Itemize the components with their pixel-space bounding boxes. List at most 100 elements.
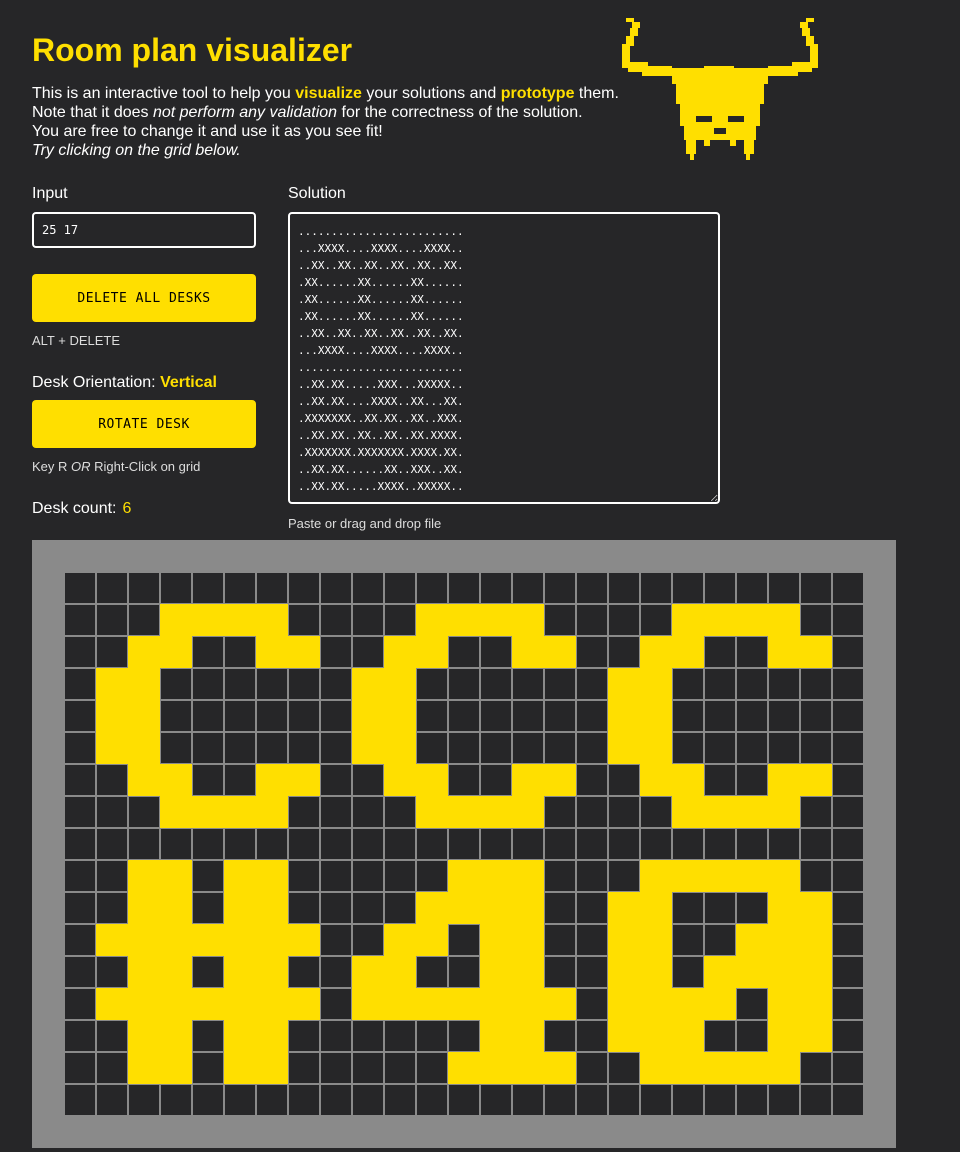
grid-cell[interactable] <box>704 572 736 604</box>
desk-cell[interactable] <box>544 988 576 1020</box>
grid-cell[interactable] <box>352 1020 384 1052</box>
desk-cell[interactable] <box>192 796 224 828</box>
desk-cell[interactable] <box>512 924 544 956</box>
desk-cell[interactable] <box>448 860 480 892</box>
grid-cell[interactable] <box>672 892 704 924</box>
grid-cell[interactable] <box>576 956 608 988</box>
grid-cell[interactable] <box>64 892 96 924</box>
grid-cell[interactable] <box>416 1084 448 1116</box>
desk-cell[interactable] <box>800 988 832 1020</box>
grid-cell[interactable] <box>448 764 480 796</box>
grid-cell[interactable] <box>480 572 512 604</box>
desk-cell[interactable] <box>768 1052 800 1084</box>
grid-cell[interactable] <box>736 668 768 700</box>
grid-cell[interactable] <box>832 572 864 604</box>
grid-cell[interactable] <box>288 732 320 764</box>
grid-cell[interactable] <box>544 956 576 988</box>
grid-cell[interactable] <box>576 700 608 732</box>
grid-cell[interactable] <box>576 1052 608 1084</box>
grid-cell[interactable] <box>736 988 768 1020</box>
grid-cell[interactable] <box>384 860 416 892</box>
desk-cell[interactable] <box>128 1020 160 1052</box>
grid-cell[interactable] <box>544 828 576 860</box>
desk-cell[interactable] <box>640 1052 672 1084</box>
desk-cell[interactable] <box>384 924 416 956</box>
desk-cell[interactable] <box>736 924 768 956</box>
grid-cell[interactable] <box>416 572 448 604</box>
grid-cell[interactable] <box>288 1020 320 1052</box>
grid-cell[interactable] <box>384 892 416 924</box>
desk-cell[interactable] <box>800 924 832 956</box>
grid-cell[interactable] <box>288 828 320 860</box>
grid-cell[interactable] <box>832 1084 864 1116</box>
grid-cell[interactable] <box>448 1020 480 1052</box>
grid-cell[interactable] <box>288 1084 320 1116</box>
grid-cell[interactable] <box>704 700 736 732</box>
grid-cell[interactable] <box>320 604 352 636</box>
desk-cell[interactable] <box>160 636 192 668</box>
desk-cell[interactable] <box>480 1052 512 1084</box>
grid-cell[interactable] <box>608 860 640 892</box>
grid-cell[interactable] <box>832 732 864 764</box>
desk-cell[interactable] <box>672 988 704 1020</box>
grid-size-input[interactable] <box>32 212 256 248</box>
grid-cell[interactable] <box>576 764 608 796</box>
grid-cell[interactable] <box>672 956 704 988</box>
desk-cell[interactable] <box>480 924 512 956</box>
grid-cell[interactable] <box>192 956 224 988</box>
grid-cell[interactable] <box>544 700 576 732</box>
desk-cell[interactable] <box>640 732 672 764</box>
desk-cell[interactable] <box>448 1052 480 1084</box>
desk-cell[interactable] <box>704 956 736 988</box>
desk-cell[interactable] <box>512 892 544 924</box>
grid-cell[interactable] <box>576 572 608 604</box>
grid-cell[interactable] <box>96 796 128 828</box>
desk-cell[interactable] <box>384 668 416 700</box>
grid-cell[interactable] <box>800 572 832 604</box>
desk-cell[interactable] <box>480 1020 512 1052</box>
grid-cell[interactable] <box>672 668 704 700</box>
grid-cell[interactable] <box>672 1084 704 1116</box>
grid-cell[interactable] <box>320 668 352 700</box>
desk-cell[interactable] <box>384 732 416 764</box>
grid-cell[interactable] <box>320 892 352 924</box>
grid-cell[interactable] <box>96 1020 128 1052</box>
grid-cell[interactable] <box>288 572 320 604</box>
grid-cell[interactable] <box>192 1052 224 1084</box>
desk-cell[interactable] <box>672 860 704 892</box>
desk-cell[interactable] <box>544 764 576 796</box>
desk-cell[interactable] <box>224 892 256 924</box>
desk-cell[interactable] <box>96 668 128 700</box>
grid-cell[interactable] <box>448 924 480 956</box>
desk-cell[interactable] <box>416 988 448 1020</box>
grid-cell[interactable] <box>512 700 544 732</box>
grid-cell[interactable] <box>832 764 864 796</box>
desk-cell[interactable] <box>128 924 160 956</box>
grid-cell[interactable] <box>224 1084 256 1116</box>
room-grid[interactable] <box>64 572 864 1116</box>
desk-cell[interactable] <box>768 604 800 636</box>
grid-cell[interactable] <box>192 1020 224 1052</box>
grid-cell[interactable] <box>704 828 736 860</box>
desk-cell[interactable] <box>128 988 160 1020</box>
desk-cell[interactable] <box>640 988 672 1020</box>
desk-cell[interactable] <box>384 764 416 796</box>
desk-cell[interactable] <box>416 764 448 796</box>
grid-cell[interactable] <box>800 1084 832 1116</box>
desk-cell[interactable] <box>224 988 256 1020</box>
grid-cell[interactable] <box>160 1084 192 1116</box>
grid-cell[interactable] <box>352 572 384 604</box>
grid-cell[interactable] <box>544 892 576 924</box>
grid-cell[interactable] <box>320 764 352 796</box>
grid-cell[interactable] <box>640 572 672 604</box>
grid-cell[interactable] <box>480 1084 512 1116</box>
grid-cell[interactable] <box>576 892 608 924</box>
grid-cell[interactable] <box>96 860 128 892</box>
grid-cell[interactable] <box>416 860 448 892</box>
grid-cell[interactable] <box>384 1052 416 1084</box>
desk-cell[interactable] <box>672 636 704 668</box>
grid-cell[interactable] <box>640 796 672 828</box>
grid-cell[interactable] <box>128 1084 160 1116</box>
grid-cell[interactable] <box>416 828 448 860</box>
grid-cell[interactable] <box>832 956 864 988</box>
